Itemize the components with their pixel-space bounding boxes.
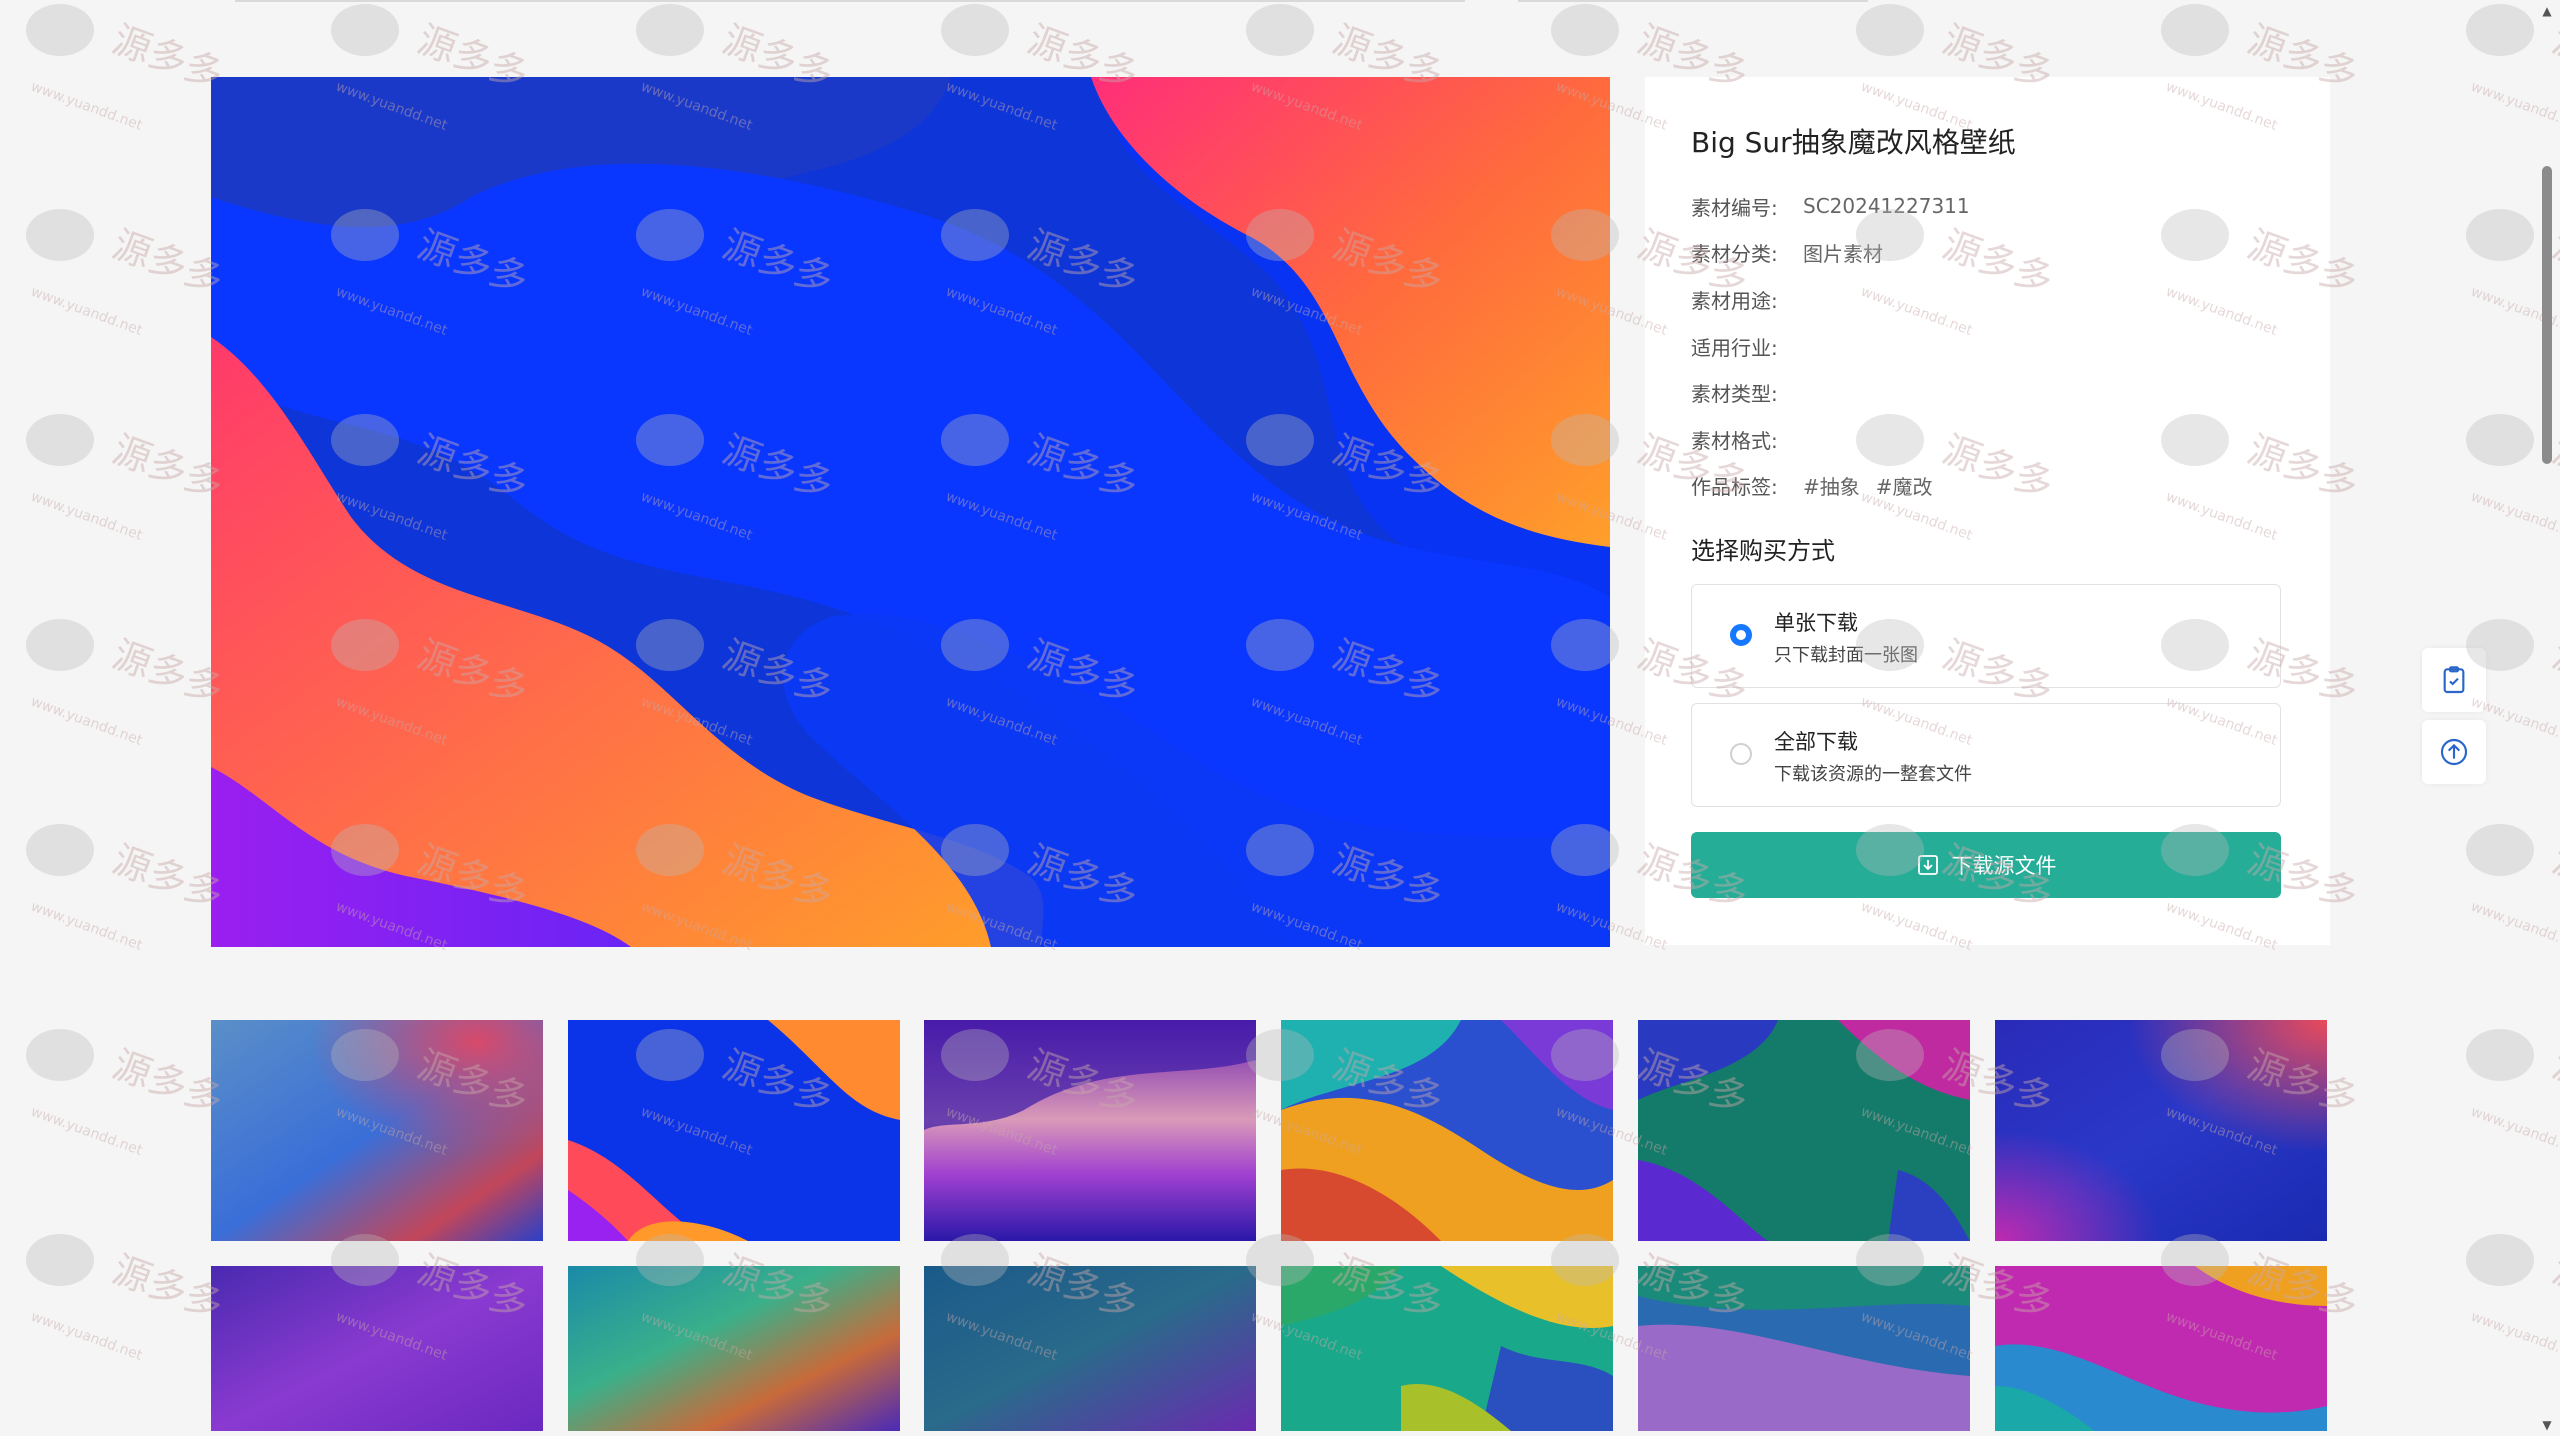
watermark-logo [26, 824, 230, 955]
option-full-download[interactable]: 全部下载 下载该资源的一整套文件 [1691, 703, 2281, 807]
watermark-logo [26, 209, 230, 340]
top-divider [1518, 0, 1868, 2]
meta-label: 素材分类: [1691, 238, 1803, 267]
main-preview-image [211, 77, 1610, 947]
download-source-button[interactable]: 下载源文件 [1691, 832, 2281, 898]
meta-label: 作品标签: [1691, 471, 1803, 500]
top-divider [235, 0, 1465, 2]
option-title: 单张下载 [1774, 611, 1858, 635]
purchase-heading: 选择购买方式 [1691, 537, 1835, 565]
option-title: 全部下载 [1774, 730, 1858, 754]
meta-row-id: 素材编号: SC20241227311 [1691, 183, 1970, 230]
meta-row-tags: 作品标签: #抽象 #魔改 [1691, 463, 1970, 510]
thumbnail[interactable] [568, 1266, 900, 1431]
scroll-up-arrow-icon[interactable]: ▲ [2540, 4, 2554, 18]
watermark-logo [26, 414, 230, 545]
thumbnail[interactable] [924, 1020, 1256, 1241]
thumbnail[interactable] [211, 1020, 543, 1241]
resource-title: Big Sur抽象魔改风格壁纸 [1691, 126, 2016, 159]
tag-link[interactable]: #魔改 [1876, 471, 1933, 500]
meta-label: 适用行业: [1691, 335, 1778, 360]
radio-unselected-icon[interactable] [1730, 743, 1752, 765]
watermark-logo [26, 619, 230, 750]
meta-row-category: 素材分类: 图片素材 [1691, 230, 1970, 277]
vertical-scrollbar[interactable]: ▲ ▼ [2534, 0, 2560, 1436]
thumbnail[interactable] [924, 1266, 1256, 1431]
scrollbar-thumb[interactable] [2542, 166, 2552, 464]
thumbnail[interactable] [211, 1266, 543, 1431]
radio-selected-icon[interactable] [1730, 624, 1752, 646]
watermark-logo [26, 1234, 230, 1365]
resource-info-panel: Big Sur抽象魔改风格壁纸 素材编号: SC20241227311 素材分类… [1645, 77, 2330, 945]
meta-row-industry: 适用行业: [1691, 323, 1970, 370]
meta-row-format: 素材格式: [1691, 416, 1970, 463]
option-single-download[interactable]: 单张下载 只下载封面一张图 [1691, 584, 2281, 688]
download-icon [1917, 855, 1938, 875]
thumbnail[interactable] [1281, 1020, 1613, 1241]
meta-label: 素材用途: [1691, 288, 1778, 313]
tag-link[interactable]: #抽象 [1803, 471, 1860, 500]
thumbnail[interactable] [1995, 1266, 2327, 1431]
watermark-logo [26, 1029, 230, 1160]
option-desc: 只下载封面一张图 [1774, 645, 1918, 666]
meta-label: 素材格式: [1691, 428, 1778, 453]
watermark-logo [26, 4, 230, 135]
option-desc: 下载该资源的一整套文件 [1774, 764, 1972, 785]
thumbnail[interactable] [568, 1020, 900, 1241]
meta-list: 素材编号: SC20241227311 素材分类: 图片素材 素材用途: 适用行… [1691, 183, 1970, 509]
meta-row-type: 素材类型: [1691, 369, 1970, 416]
back-to-top-button[interactable] [2422, 720, 2486, 784]
download-label: 下载源文件 [1952, 850, 2057, 880]
thumbnail[interactable] [1281, 1266, 1613, 1431]
thumbnail[interactable] [1995, 1020, 2327, 1241]
meta-value: SC20241227311 [1803, 194, 1970, 219]
arrow-up-circle-icon [2440, 738, 2468, 766]
meta-label: 素材类型: [1691, 382, 1778, 407]
thumbnail[interactable] [1638, 1266, 1970, 1431]
meta-row-usage: 素材用途: [1691, 276, 1970, 323]
thumbnail[interactable] [1638, 1020, 1970, 1241]
clipboard-check-icon [2443, 666, 2465, 694]
meta-label: 素材编号: [1691, 195, 1778, 220]
meta-value[interactable]: 图片素材 [1803, 238, 1883, 267]
clipboard-button[interactable] [2422, 648, 2486, 712]
scroll-down-arrow-icon[interactable]: ▼ [2540, 1418, 2554, 1432]
